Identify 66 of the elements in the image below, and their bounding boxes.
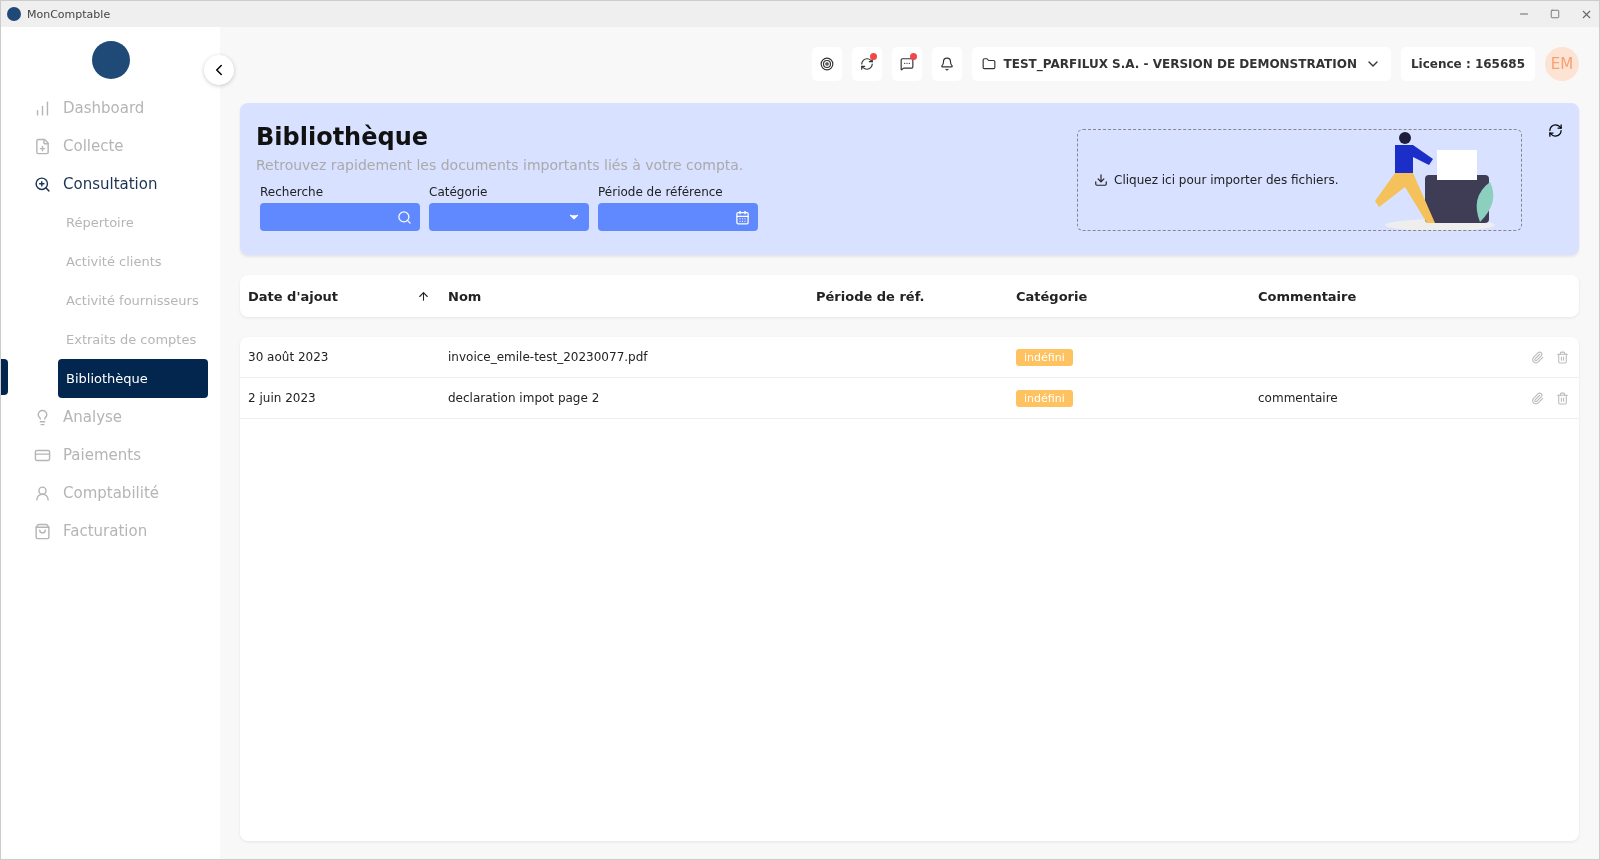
sort-arrow-icon (417, 289, 430, 303)
column-header[interactable]: Commentaire (1258, 288, 1499, 304)
notification-dot (869, 53, 877, 60)
sidebar-item[interactable]: Facturation (1, 512, 220, 550)
notification-dot (909, 53, 917, 60)
app-logo (7, 7, 21, 21)
company-selector[interactable]: TEST_PARFILUX S.A. - VERSION DE DEMONSTRATION (971, 47, 1391, 81)
active-marker (1, 359, 8, 395)
target-icon (819, 57, 834, 71)
column-header[interactable]: Nom (448, 288, 816, 304)
file-plus-icon (34, 137, 51, 155)
maximize-icon[interactable] (1550, 9, 1560, 19)
column-header[interactable]: Date d'ajout (248, 288, 448, 304)
chat-button[interactable] (891, 47, 922, 81)
table-cell-text: 2 juin 2023 (248, 391, 317, 405)
paperclip-icon[interactable] (1531, 350, 1544, 364)
search-icon (397, 209, 412, 225)
user-icon (34, 484, 51, 502)
column-header[interactable]: Période de réf. (816, 288, 1016, 304)
sidebar-item[interactable]: Comptabilité (1, 474, 220, 512)
sidebar-item[interactable]: Analyse (1, 398, 220, 436)
user-avatar[interactable]: EM (1545, 47, 1579, 81)
folder-icon (981, 57, 996, 71)
table-cell-text: declaration impot page 2 (448, 391, 601, 405)
calendar-icon (735, 209, 750, 225)
sync-icon (859, 57, 874, 71)
window-title: MonComptable (27, 7, 112, 21)
import-dropzone[interactable]: Cliquez ici pour importer des fichiers. (1077, 129, 1522, 231)
page-subtitle: Retrouvez rapidement les documents importants liés à votre compta. (256, 157, 745, 173)
table-cell-text: commentaire (1258, 391, 1339, 405)
sidebar-subitem[interactable]: Extraits de comptes (58, 320, 208, 359)
category-tag: indéfini (1016, 389, 1073, 407)
sidebar-item[interactable]: Paiements (1, 436, 220, 474)
bell-icon (939, 57, 954, 71)
chat-icon (899, 57, 914, 71)
search-field[interactable] (260, 203, 420, 231)
logo-circle (91, 41, 130, 79)
field-label: Catégorie (429, 185, 489, 199)
zoom-in-icon (34, 175, 51, 193)
date-field[interactable] (598, 203, 758, 231)
collapse-button[interactable] (204, 55, 234, 85)
table-cell-text: 30 août 2023 (248, 350, 330, 364)
trash-icon[interactable] (1556, 350, 1569, 364)
field-label: Recherche (260, 185, 325, 199)
sidebar-subitem[interactable]: Répertoire (58, 203, 208, 242)
sidebar-item[interactable]: Dashboard (1, 89, 220, 127)
select-field[interactable] (429, 203, 589, 231)
category-tag: indéfini (1016, 348, 1073, 366)
bar-chart-icon (34, 99, 51, 117)
notifications-button[interactable] (931, 47, 962, 81)
target-button[interactable] (811, 47, 842, 81)
sidebar-item[interactable]: Consultation (1, 165, 220, 203)
refresh-icon[interactable] (1548, 123, 1563, 138)
page-title: Bibliothèque (256, 123, 430, 151)
bag-icon (34, 522, 51, 540)
sync-button[interactable] (851, 47, 882, 81)
field-label: Période de référence (598, 185, 724, 199)
license-button[interactable]: Licence : 165685 (1400, 47, 1535, 81)
sidebar-item[interactable]: Collecte (1, 127, 220, 165)
column-header[interactable]: Catégorie (1016, 288, 1258, 304)
sidebar-subitem[interactable]: Activité fournisseurs (58, 281, 208, 320)
download-icon (1094, 173, 1108, 187)
sidebar-subitem[interactable]: Activité clients (58, 242, 208, 281)
trash-icon[interactable] (1556, 391, 1569, 405)
table-cell-text: invoice_emile-test_20230077.pdf (448, 350, 649, 364)
paperclip-icon[interactable] (1531, 391, 1544, 405)
